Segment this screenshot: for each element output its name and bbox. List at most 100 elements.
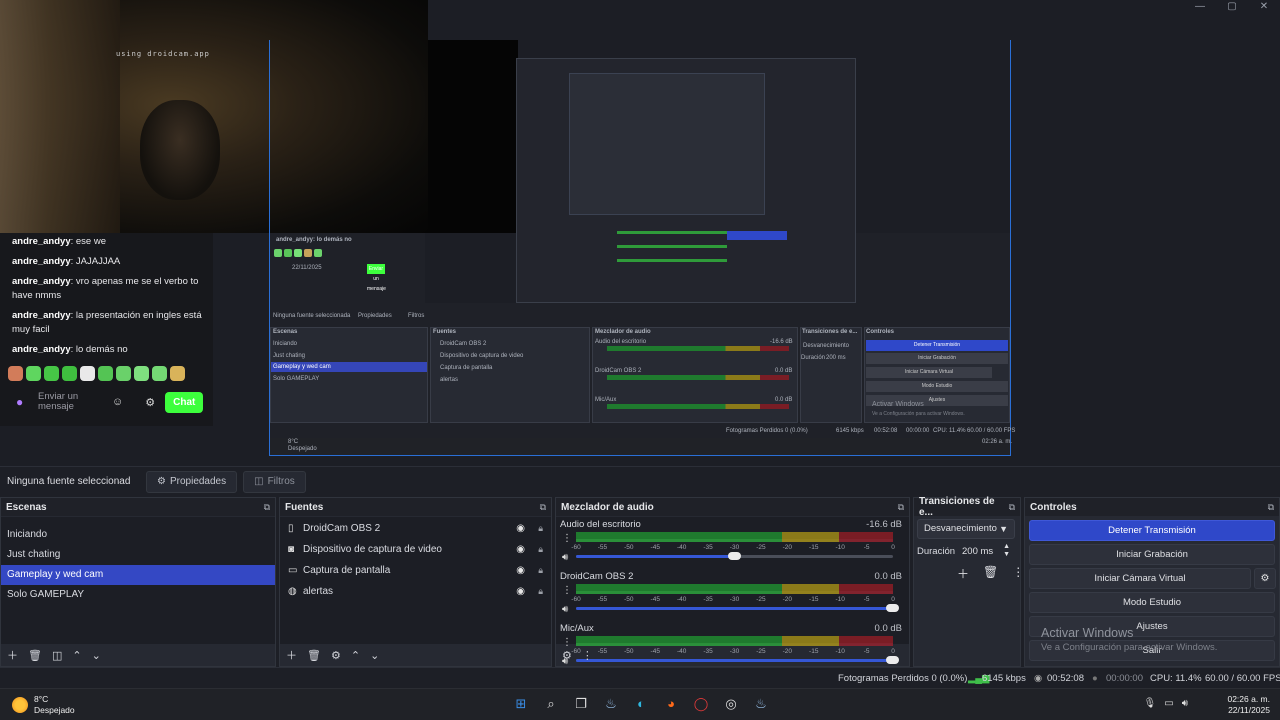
emote-icon[interactable]: [134, 366, 149, 381]
more-options-icon[interactable]: ⋮: [1012, 565, 1024, 582]
lock-icon[interactable]: 🔒︎: [538, 544, 543, 555]
eye-icon[interactable]: ◉: [516, 565, 525, 576]
emote-icon[interactable]: [152, 366, 167, 381]
network-icon[interactable]: ▭: [1164, 698, 1173, 709]
opera-icon[interactable]: ◯: [692, 695, 710, 713]
chat-settings-icon[interactable]: ⚙: [145, 396, 155, 409]
mic-tray-icon[interactable]: 🎙︎: [1144, 698, 1157, 709]
firefox-icon[interactable]: ◕: [662, 695, 680, 713]
volume-icon[interactable]: 🔊︎: [1182, 698, 1188, 709]
more-options-icon[interactable]: ⋮: [582, 649, 593, 662]
trash-icon[interactable]: 🗑: [983, 565, 998, 582]
studio-mode-button[interactable]: Modo Estudio: [1029, 592, 1275, 613]
eye-icon[interactable]: ◉: [516, 586, 525, 597]
record-icon: ●: [1092, 673, 1098, 684]
system-tray: 🎙︎ ▭ 🔊︎: [1144, 698, 1188, 709]
windows-start-icon[interactable]: ⊞: [512, 695, 530, 713]
emote-icon[interactable]: [44, 366, 59, 381]
meter-tick-label: -40: [676, 596, 687, 603]
task-view-icon[interactable]: ❐: [572, 695, 590, 713]
volume-slider-knob[interactable]: [727, 552, 741, 560]
camera-icon: ◙: [288, 544, 295, 555]
emote-icon[interactable]: [8, 366, 23, 381]
add-icon[interactable]: ＋: [957, 565, 969, 582]
add-icon[interactable]: ＋: [286, 647, 297, 663]
temperature: 8°C: [34, 694, 49, 704]
arrow-up-icon[interactable]: ⌃: [351, 649, 360, 662]
arrow-up-icon[interactable]: ⌃: [72, 649, 81, 662]
emote-icon[interactable]: [62, 366, 77, 381]
channel-menu-icon[interactable]: ⋮: [562, 585, 572, 596]
filters-button[interactable]: ◫ Filtros: [243, 470, 306, 493]
doc-icon: ▯: [288, 523, 294, 534]
start-recording-button[interactable]: Iniciar Grabación: [1029, 544, 1275, 565]
obs-icon[interactable]: ◎: [722, 695, 740, 713]
advanced-audio-icon[interactable]: ⚙: [562, 649, 572, 662]
undock-icon[interactable]: ⧉: [540, 502, 546, 513]
edge-icon[interactable]: ◐: [632, 695, 650, 713]
gear-icon[interactable]: ⚙: [331, 649, 341, 662]
source-item[interactable]: ◍ alertas ◉ 🔒︎: [280, 581, 551, 602]
search-icon[interactable]: ⌕: [542, 695, 560, 713]
arrow-down-icon[interactable]: ⌄: [370, 649, 379, 662]
trash-icon[interactable]: 🗑: [28, 649, 42, 662]
eye-icon[interactable]: ◉: [516, 544, 525, 555]
volume-slider-knob[interactable]: [886, 604, 899, 612]
duration-input[interactable]: 200 ms ▲ ▼: [958, 542, 1012, 562]
steam-icon[interactable]: ♨: [602, 695, 620, 713]
lock-icon[interactable]: 🔒︎: [538, 586, 543, 597]
emote-icon[interactable]: [26, 366, 41, 381]
add-icon[interactable]: ＋: [7, 647, 18, 663]
emote-icon[interactable]: [170, 366, 185, 381]
scene-item[interactable]: Gameplay y wed cam: [1, 565, 275, 585]
undock-icon[interactable]: ⧉: [264, 502, 270, 513]
volume-slider[interactable]: [576, 604, 899, 612]
source-item[interactable]: ▯ DroidCam OBS 2 ◉ 🔒︎: [280, 518, 551, 539]
scene-item[interactable]: Solo GAMEPLAY: [1, 585, 275, 605]
emote-icon[interactable]: [116, 366, 131, 381]
filter-icon[interactable]: ◫: [52, 649, 62, 662]
scene-item[interactable]: Just chating: [1, 545, 275, 565]
start-virtual-camera-button[interactable]: Iniciar Cámara Virtual: [1029, 568, 1251, 589]
nested-channel: DroidCam OBS 2: [595, 368, 642, 374]
volume-slider[interactable]: [576, 552, 893, 560]
nested-transitions-dock: [800, 327, 862, 423]
nested-transitions-title: Transiciones de e...: [802, 329, 858, 335]
status-bar: Fotogramas Perdidos 0 (0.0%) ▂▄▆ 6145 kb…: [0, 667, 1280, 688]
arrow-down-icon[interactable]: ⌄: [92, 649, 101, 662]
source-item[interactable]: ◙ Dispositivo de captura de video ◉ 🔒︎: [280, 539, 551, 560]
undock-icon[interactable]: ⧉: [898, 502, 904, 513]
undock-icon[interactable]: ⧉: [1268, 502, 1274, 513]
nested-channel: Audio del escritorio: [595, 339, 647, 345]
scene-item[interactable]: Iniciando: [1, 525, 275, 545]
emote-icon[interactable]: [98, 366, 113, 381]
trash-icon[interactable]: 🗑: [307, 649, 321, 662]
eye-icon[interactable]: ◉: [516, 523, 525, 534]
close-icon[interactable]: ✕: [1248, 0, 1280, 14]
lock-icon[interactable]: 🔒︎: [538, 565, 543, 576]
undock-icon[interactable]: ⧉: [1009, 502, 1015, 513]
minimize-icon[interactable]: —: [1184, 0, 1216, 14]
emoji-icon[interactable]: ☺: [112, 396, 123, 408]
dropped-frames: Fotogramas Perdidos 0 (0.0%): [838, 673, 968, 684]
spinner-icon[interactable]: ▲ ▼: [1003, 543, 1010, 559]
maximize-icon[interactable]: ▢: [1216, 0, 1248, 14]
stop-streaming-button[interactable]: Detener Transmisión: [1029, 520, 1275, 541]
steam-app-icon[interactable]: ♨: [752, 695, 770, 713]
taskbar-clock[interactable]: 02:26 a. m. 22/11/2025: [1227, 694, 1270, 716]
speaker-icon[interactable]: 🔊︎: [562, 552, 568, 563]
chat-message-input[interactable]: Enviar un mensaje: [38, 392, 100, 412]
chat-send-button[interactable]: Chat: [165, 391, 204, 413]
meter-tick-label: -35: [703, 596, 713, 603]
transition-select[interactable]: Desvanecimiento ▼: [917, 519, 1015, 539]
channel-menu-icon[interactable]: ⋮: [562, 533, 572, 544]
lock-icon[interactable]: 🔒︎: [538, 523, 543, 534]
source-item[interactable]: ▭ Captura de pantalla ◉ 🔒︎: [280, 560, 551, 581]
weather-widget[interactable]: 8°C Despejado: [12, 694, 75, 716]
meter-tick-label: -25: [756, 544, 766, 551]
mic-icon[interactable]: ●: [16, 395, 30, 409]
speaker-icon[interactable]: 🔊︎: [562, 604, 568, 615]
emote-icon[interactable]: [80, 366, 95, 381]
virtual-camera-settings-icon[interactable]: ⚙: [1254, 568, 1276, 589]
properties-button[interactable]: ⚙ Propiedades: [146, 470, 238, 493]
